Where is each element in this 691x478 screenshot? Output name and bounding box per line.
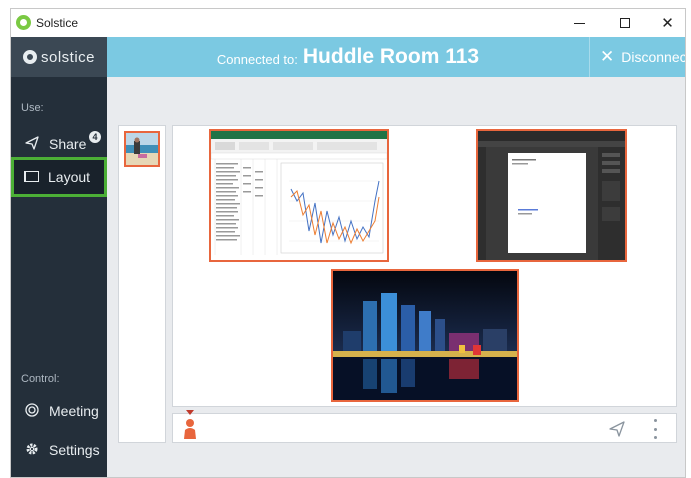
maximize-button[interactable] — [602, 9, 648, 37]
sidebar-item-label: Meeting — [49, 403, 99, 419]
source-list — [118, 125, 166, 443]
send-icon[interactable] — [608, 420, 626, 438]
solstice-window: Solstice ✕ solstice Use: Share 4 Layout — [10, 8, 686, 478]
connection-header: Connected to: Huddle Room 113 ✕ Disconne… — [107, 37, 686, 77]
minimize-icon — [573, 22, 585, 24]
solstice-logo: solstice — [11, 37, 107, 77]
window-title: Solstice — [36, 16, 79, 30]
monitor-icon — [22, 169, 40, 185]
sidebar-item-label: Settings — [49, 442, 100, 458]
gear-icon — [23, 442, 41, 459]
logo-text: solstice — [40, 48, 96, 66]
solstice-logo-icon — [22, 50, 37, 64]
maximize-icon — [620, 18, 630, 28]
solstice-app-icon — [16, 15, 31, 30]
presenter-bar — [172, 410, 677, 443]
layout-main-area — [107, 77, 685, 477]
sidebar-item-layout[interactable]: Layout — [11, 157, 107, 197]
disconnect-button[interactable]: ✕ Disconnect — [589, 37, 686, 77]
control-section-label: Control: — [21, 373, 60, 385]
sidebar-item-label: Share — [49, 136, 87, 152]
connected-label: Connected to: — [216, 51, 298, 67]
layout-canvas — [172, 125, 677, 407]
close-icon: ✕ — [661, 15, 674, 32]
meeting-icon — [23, 402, 41, 420]
share-count-badge: 4 — [89, 131, 101, 143]
beach-photo-thumbnail[interactable] — [124, 131, 160, 167]
sidebar: solstice Use: Share 4 Layout Control: Me… — [11, 37, 107, 477]
close-button[interactable]: ✕ — [648, 9, 685, 37]
excel-spreadsheet-tile[interactable] — [209, 129, 389, 262]
sidebar-item-label: Layout — [48, 169, 91, 185]
title-bar: Solstice ✕ — [11, 9, 685, 37]
close-icon: ✕ — [600, 47, 615, 66]
room-name: Huddle Room 113 — [302, 45, 480, 68]
minimize-button[interactable] — [556, 9, 602, 37]
disconnect-label: Disconnect — [621, 49, 686, 65]
city-night-photo-tile[interactable] — [331, 269, 519, 402]
illustrator-document-tile[interactable] — [476, 129, 627, 262]
sidebar-item-settings[interactable]: Settings — [11, 431, 107, 469]
connection-status: Connected to: Huddle Room 113 — [107, 37, 589, 77]
person-icon[interactable] — [182, 417, 198, 441]
more-options-icon[interactable] — [651, 419, 659, 439]
use-section-label: Use: — [21, 102, 44, 114]
sidebar-item-meeting[interactable]: Meeting — [11, 392, 107, 430]
share-icon — [23, 135, 41, 153]
active-presenter-marker — [186, 410, 194, 415]
